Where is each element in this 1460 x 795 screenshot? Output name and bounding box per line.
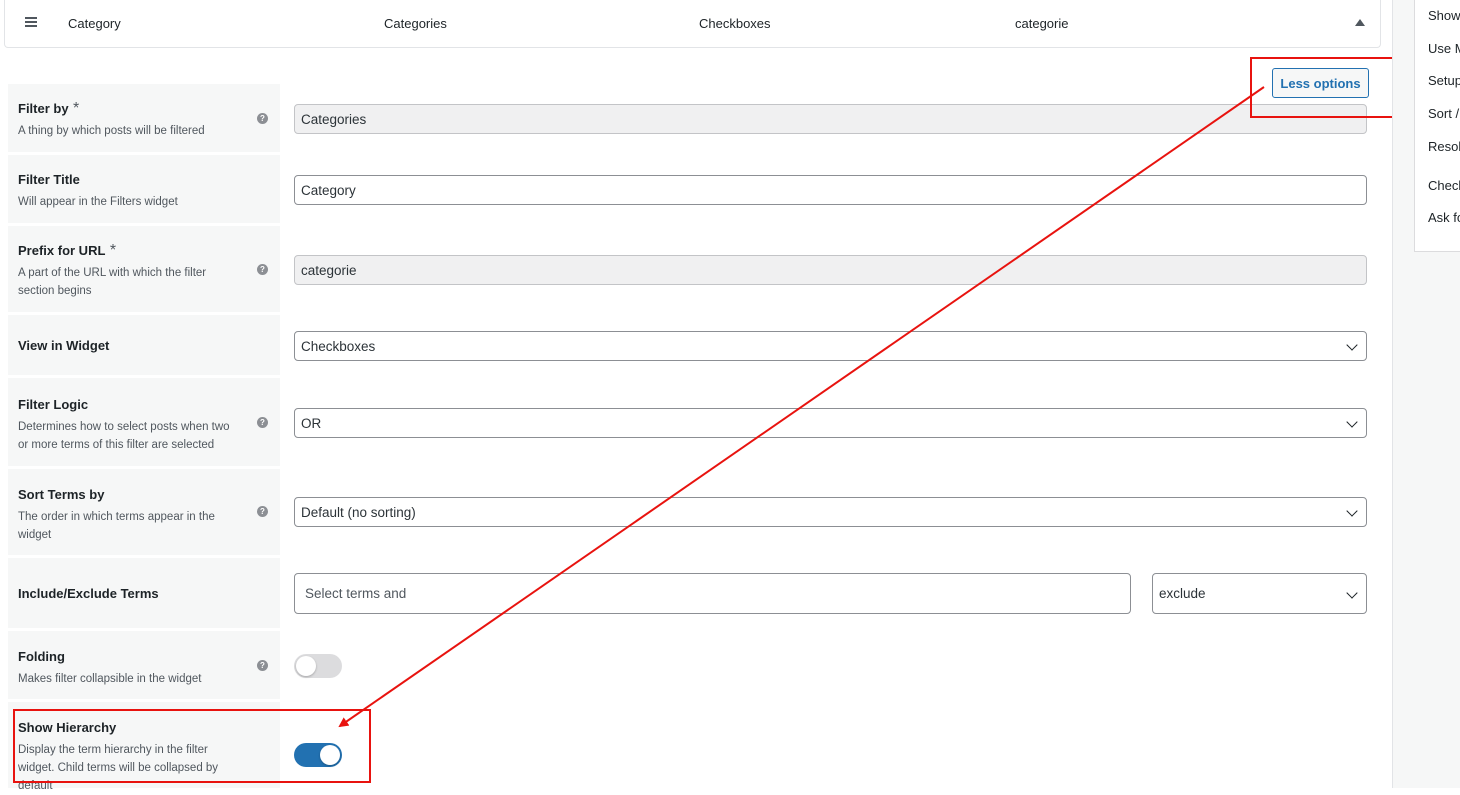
annotation-arrow — [338, 86, 1265, 728]
filter-settings-panel: Category Categories Checkboxes categorie… — [0, 0, 1414, 792]
layout-divider — [1392, 0, 1414, 788]
right-menu-item[interactable]: Sort / — [1428, 106, 1459, 121]
right-menu-item[interactable]: Ask fo — [1428, 210, 1460, 225]
right-side-menu: Show Use M Setup Sort / Resolv Check Ask… — [1414, 0, 1460, 252]
right-menu-item[interactable]: Show — [1428, 8, 1460, 23]
right-menu-item[interactable]: Check — [1428, 178, 1460, 193]
right-side-background — [1414, 252, 1460, 788]
right-menu-item[interactable]: Use M — [1428, 41, 1460, 56]
annotation-arrow-line — [338, 86, 1265, 728]
right-menu-item[interactable]: Setup — [1428, 73, 1460, 88]
right-menu-item[interactable]: Resolv — [1428, 139, 1460, 154]
